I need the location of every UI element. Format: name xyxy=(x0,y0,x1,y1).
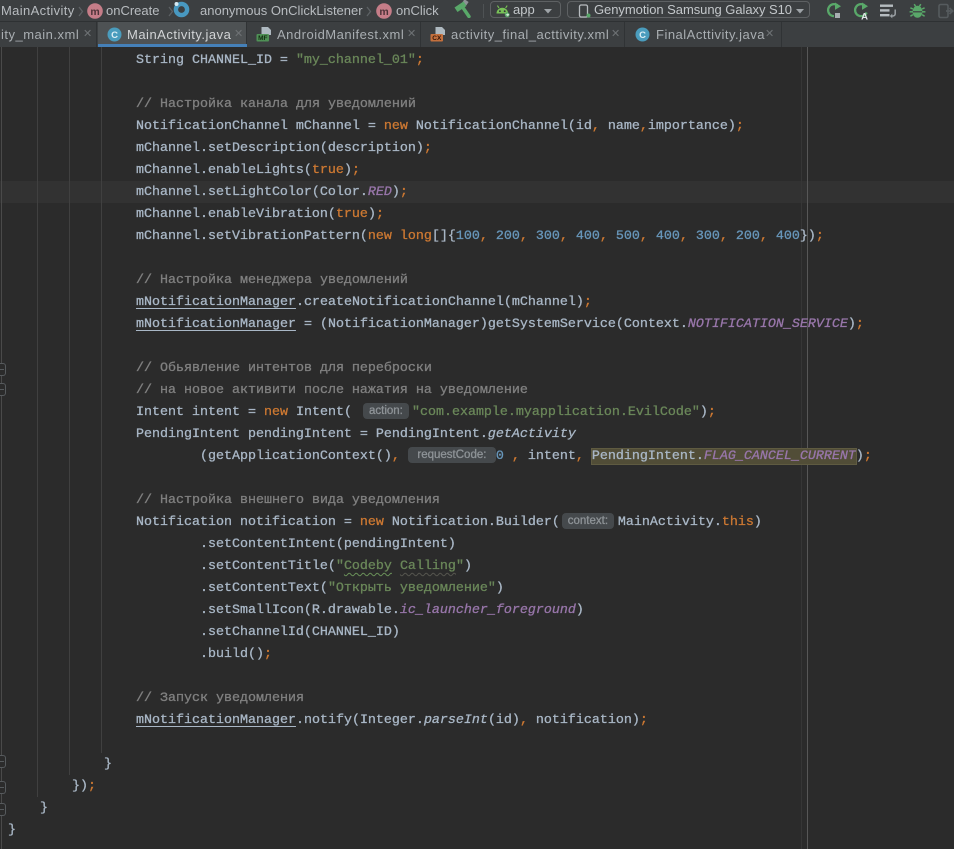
svg-text:C: C xyxy=(111,30,118,41)
svg-text:MF: MF xyxy=(258,35,267,42)
svg-text:C: C xyxy=(639,30,646,41)
svg-text:A: A xyxy=(861,12,868,22)
svg-text:m: m xyxy=(90,6,99,18)
svg-text:m: m xyxy=(379,6,388,18)
svg-text:CX: CX xyxy=(432,35,442,42)
